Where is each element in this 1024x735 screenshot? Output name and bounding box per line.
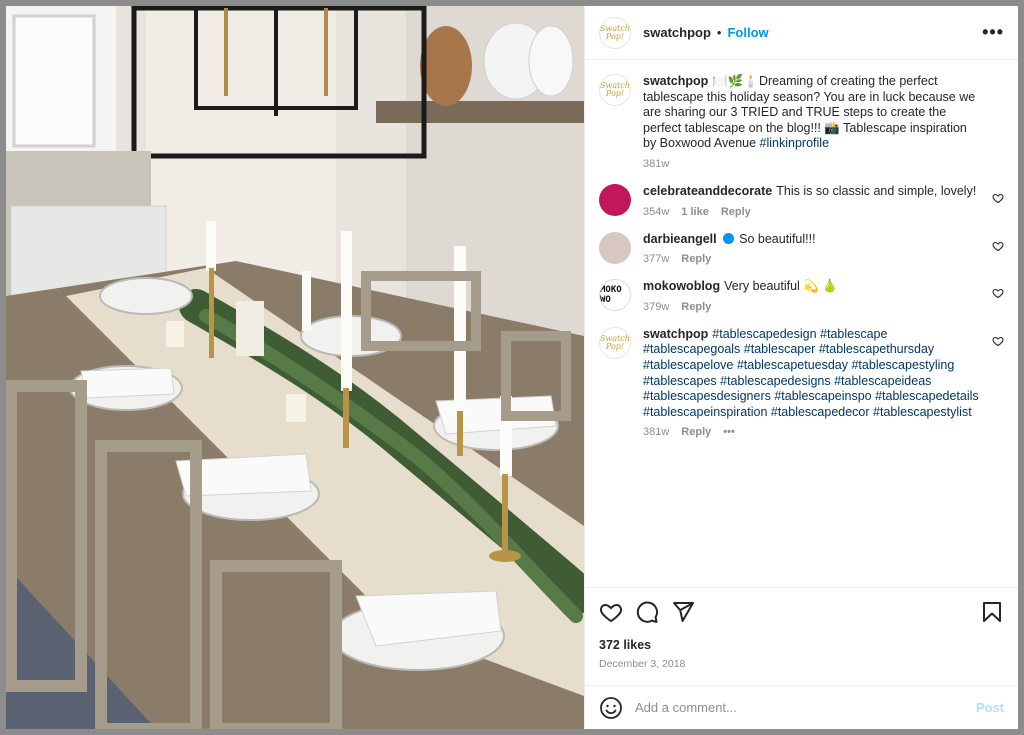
comment-meta: 379w Reply	[643, 301, 980, 313]
timestamp[interactable]: 381w	[643, 158, 669, 170]
caption: Swatch Pop! swatchpop 🍽️🌿🕯️Dreaming of cr…	[599, 74, 1004, 170]
tablescape-image	[6, 6, 584, 729]
comment-username[interactable]: swatchpop	[643, 327, 708, 341]
follow-button[interactable]: Follow	[727, 25, 768, 40]
avatar[interactable]: Swatch Pop!	[599, 74, 631, 106]
avatar[interactable]	[599, 231, 631, 264]
comment-item: darbieangell So beautiful!!! 377w Reply	[599, 231, 1004, 266]
avatar-text: MOKO WO	[600, 285, 622, 306]
avatar[interactable]	[599, 183, 631, 216]
reply-button[interactable]: Reply	[681, 426, 711, 438]
comment-item: MOKO WO mokowoblog Very beautiful 💫 🍐 379…	[599, 279, 1004, 313]
timestamp[interactable]: 379w	[643, 301, 669, 313]
heart-icon[interactable]	[992, 240, 1004, 252]
comment-meta: 354w 1 like Reply	[643, 206, 980, 218]
comment-text: celebrateanddecorate This is so classic a…	[643, 184, 980, 200]
post-comment-button[interactable]: Post	[976, 700, 1004, 715]
bookmark-icon[interactable]	[980, 600, 1004, 624]
post-photo[interactable]	[6, 6, 584, 729]
comment-username[interactable]: mokowoblog	[643, 279, 720, 293]
comment-item: celebrateanddecorate This is so classic a…	[599, 183, 1004, 218]
post-modal: Swatch Pop! swatchpop • Follow ••• Swatc…	[6, 6, 1018, 729]
post-side-panel: Swatch Pop! swatchpop • Follow ••• Swatc…	[584, 6, 1018, 729]
comment-content: This is so classic and simple, lovely!	[776, 183, 977, 198]
comment-body: celebrateanddecorate This is so classic a…	[643, 184, 1004, 218]
comment-item: Swatch Pop! swatchpop #tablescapedesign #…	[599, 326, 1004, 439]
comment-content: So beautiful!!!	[739, 231, 816, 246]
caption-body: swatchpop 🍽️🌿🕯️Dreaming of creating the p…	[643, 74, 1004, 170]
comment-text: darbieangell So beautiful!!!	[643, 232, 980, 248]
comment-likes[interactable]: 1 like	[681, 206, 709, 218]
avatar-text: Swatch Pop!	[600, 81, 630, 98]
more-options-icon[interactable]: •••	[982, 22, 1004, 43]
timestamp[interactable]: 377w	[643, 253, 669, 265]
comment-meta: 381w Reply •••	[643, 426, 980, 438]
verified-badge-icon	[722, 232, 734, 244]
comment-text: swatchpop #tablescapedesign #tablescape #…	[643, 327, 980, 421]
separator-dot: •	[716, 25, 722, 40]
caption-text: swatchpop 🍽️🌿🕯️Dreaming of creating the p…	[643, 74, 980, 152]
author-username[interactable]: swatchpop	[643, 25, 711, 40]
hashtag-link[interactable]: #linkinprofile	[760, 136, 829, 150]
comment-icon[interactable]	[635, 600, 659, 624]
timestamp[interactable]: 354w	[643, 206, 669, 218]
avatar[interactable]: MOKO WO	[599, 279, 631, 312]
reply-button[interactable]: Reply	[681, 301, 711, 313]
action-icons	[599, 598, 1004, 626]
comment-username[interactable]: darbieangell	[643, 232, 717, 246]
comment-content: Very beautiful 💫 🍐	[724, 279, 838, 294]
post-header: Swatch Pop! swatchpop • Follow •••	[585, 6, 1018, 60]
comment-text: mokowoblog Very beautiful 💫 🍐	[643, 279, 980, 295]
add-comment-bar: Post	[585, 685, 1018, 729]
author-avatar-text: Swatch Pop!	[600, 23, 630, 41]
timestamp[interactable]: 381w	[643, 426, 669, 438]
comments-list: Swatch Pop! swatchpop 🍽️🌿🕯️Dreaming of cr…	[585, 60, 1018, 587]
heart-icon[interactable]	[992, 287, 1004, 299]
comment-body: mokowoblog Very beautiful 💫 🍐 379w Reply	[643, 279, 1004, 313]
comment-options-icon[interactable]: •••	[723, 426, 735, 438]
heart-icon[interactable]	[992, 335, 1004, 347]
comment-body: darbieangell So beautiful!!! 377w Reply	[643, 232, 1004, 266]
caption-username[interactable]: swatchpop	[643, 74, 708, 88]
comment-meta: 377w Reply	[643, 253, 980, 265]
comment-input[interactable]	[635, 700, 976, 715]
comment-body: swatchpop #tablescapedesign #tablescape #…	[643, 327, 1004, 439]
share-icon[interactable]	[671, 600, 695, 624]
reply-button[interactable]: Reply	[721, 206, 751, 218]
post-date[interactable]: December 3, 2018	[599, 658, 1004, 670]
heart-icon[interactable]	[992, 192, 1004, 204]
reply-button[interactable]: Reply	[681, 253, 711, 265]
author-avatar[interactable]: Swatch Pop!	[599, 16, 631, 49]
comment-username[interactable]: celebrateanddecorate	[643, 184, 772, 198]
caption-meta: 381w	[643, 158, 980, 170]
avatar-text: Swatch Pop!	[600, 333, 630, 351]
emoji-icon[interactable]	[599, 696, 623, 720]
action-bar: 372 likes December 3, 2018	[585, 587, 1018, 685]
avatar[interactable]: Swatch Pop!	[599, 326, 631, 359]
likes-count[interactable]: 372 likes	[599, 638, 1004, 652]
heart-icon[interactable]	[599, 600, 623, 624]
